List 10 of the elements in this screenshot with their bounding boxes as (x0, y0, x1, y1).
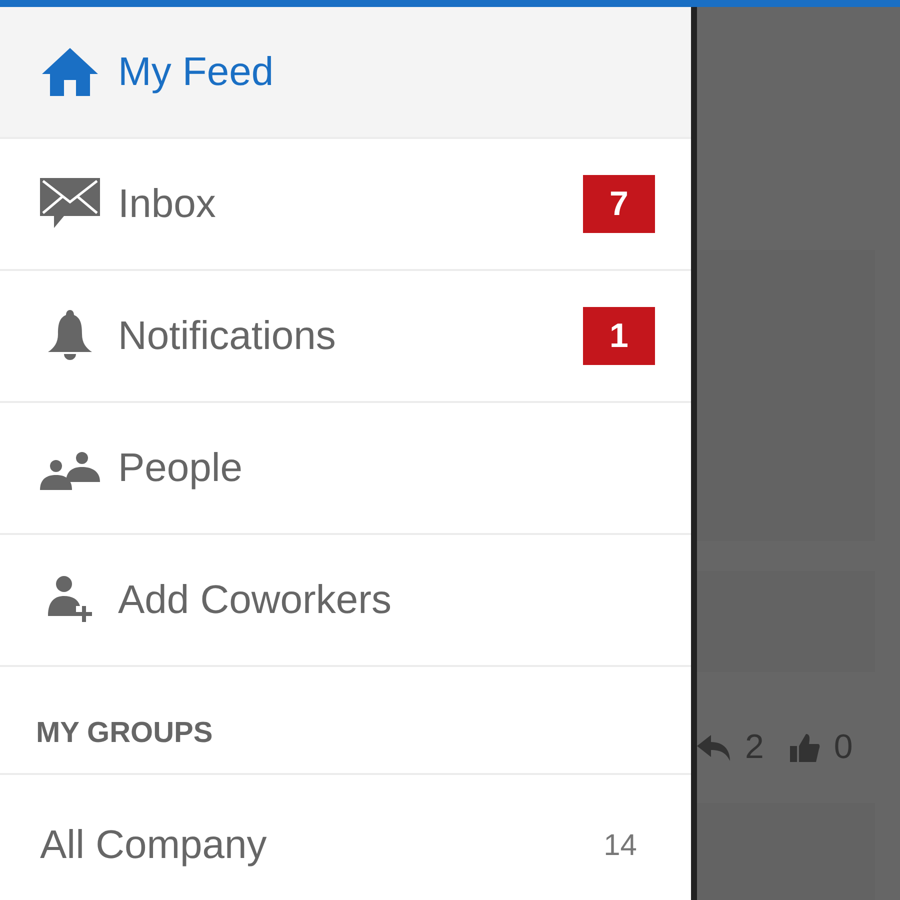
count-badge: 7 (583, 175, 655, 233)
envelope-icon (40, 178, 100, 230)
group-count: 14 (604, 828, 637, 864)
nav-item[interactable]: My Feed (0, 7, 691, 139)
reply-icon (697, 734, 731, 761)
section-header: MY GROUPS (36, 716, 213, 750)
home-icon (40, 46, 100, 98)
thumbs-up-icon (790, 734, 820, 762)
count-badge: 1 (583, 307, 655, 365)
group-item[interactable]: All Company 14 (0, 775, 691, 900)
